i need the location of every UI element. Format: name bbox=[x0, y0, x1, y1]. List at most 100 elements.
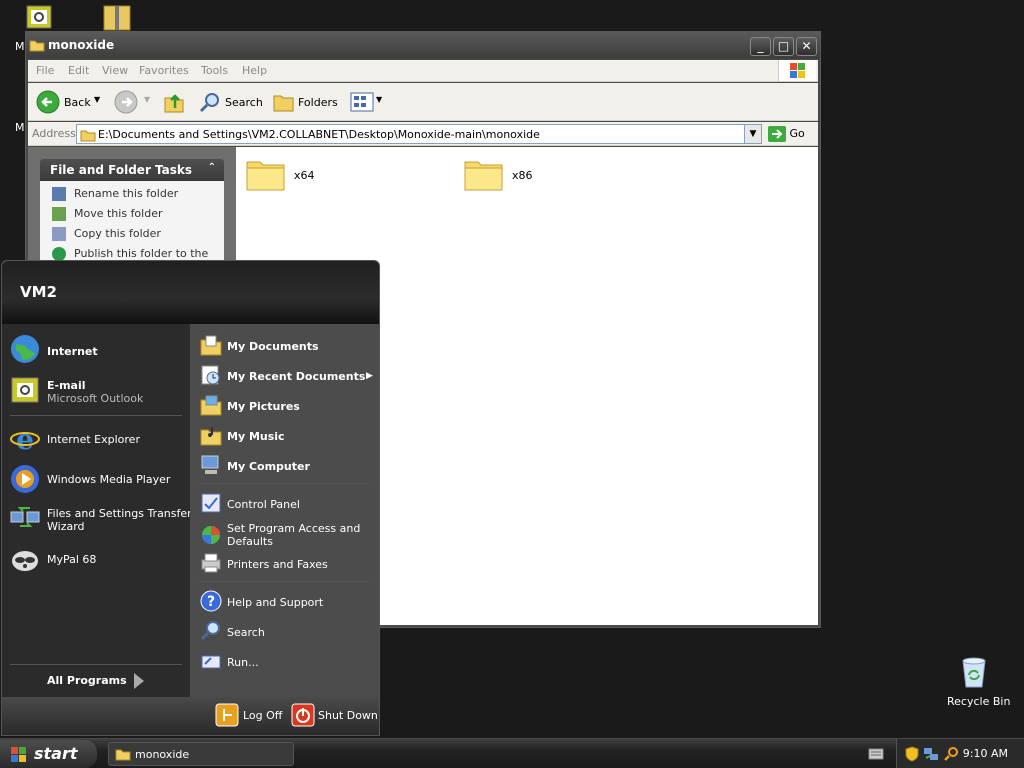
menu-edit[interactable]: Edit bbox=[68, 64, 89, 77]
up-folder-icon[interactable] bbox=[162, 90, 186, 114]
desktop-icon-label: M bbox=[15, 121, 25, 134]
address-dropdown-icon[interactable]: ▼ bbox=[744, 124, 762, 144]
menu-favorites[interactable]: Favorites bbox=[139, 64, 189, 77]
start-files-settings-wizard-line2: Wizard bbox=[47, 520, 85, 533]
my-music-icon bbox=[200, 427, 222, 446]
start-mypal[interactable]: MyPal 68 bbox=[47, 553, 96, 566]
forward-dropdown-icon[interactable]: ▼ bbox=[144, 95, 150, 104]
task-pane-header[interactable]: File and Folder Tasks ⌃ bbox=[40, 159, 224, 181]
folder-x64-label[interactable]: x64 bbox=[294, 169, 315, 182]
security-shield-icon[interactable] bbox=[905, 746, 919, 762]
folder-icon bbox=[80, 130, 96, 142]
start-my-computer[interactable]: My Computer bbox=[227, 460, 310, 473]
maximize-button[interactable]: □ bbox=[773, 37, 794, 56]
task-label: Rename this folder bbox=[74, 187, 179, 200]
views-icon[interactable] bbox=[350, 92, 374, 112]
clock[interactable]: 9:10 AM bbox=[963, 747, 1008, 760]
publish-icon bbox=[52, 247, 66, 261]
go-button[interactable]: Go bbox=[768, 126, 805, 142]
user-name: VM2 bbox=[20, 283, 57, 301]
address-bar: Address E:\Documents and Settings\VM2.CO… bbox=[28, 122, 818, 146]
start-my-music[interactable]: My Music bbox=[227, 430, 285, 443]
rename-folder-link[interactable]: Rename this folder bbox=[52, 187, 178, 201]
shut-down-button[interactable]: Shut Down bbox=[318, 709, 378, 722]
start-my-pictures[interactable]: My Pictures bbox=[227, 400, 300, 413]
svg-text:e: e bbox=[16, 424, 34, 454]
address-value: E:\Documents and Settings\VM2.COLLABNET\… bbox=[98, 128, 540, 141]
minimize-button[interactable]: _ bbox=[750, 37, 771, 56]
start-internet[interactable]: Internet bbox=[47, 345, 98, 358]
run-icon bbox=[201, 655, 221, 669]
start-search[interactable]: Search bbox=[227, 626, 265, 639]
back-arrow-icon[interactable] bbox=[36, 90, 60, 114]
separator bbox=[10, 415, 182, 416]
start-my-documents[interactable]: My Documents bbox=[227, 340, 319, 353]
internet-explorer-icon: e bbox=[10, 424, 40, 454]
close-button[interactable]: ✕ bbox=[796, 37, 817, 56]
publish-folder-link[interactable]: Publish this folder to the bbox=[52, 247, 208, 261]
copy-folder-link[interactable]: Copy this folder bbox=[52, 227, 161, 241]
folder-x86-icon[interactable] bbox=[464, 157, 504, 191]
outlook-icon bbox=[11, 377, 39, 403]
start-menu: VM2 Internet E-mail Microsoft Outlook e … bbox=[1, 260, 380, 736]
start-email[interactable]: E-mail bbox=[47, 379, 86, 392]
outlook-desktop-icon[interactable] bbox=[25, 2, 59, 32]
folders-button[interactable]: Folders bbox=[298, 96, 338, 109]
transfer-wizard-icon bbox=[10, 507, 40, 527]
start-run[interactable]: Run... bbox=[227, 656, 259, 669]
search-button[interactable]: Search bbox=[225, 96, 263, 109]
log-off-button[interactable]: Log Off bbox=[243, 709, 282, 722]
svg-text:?: ? bbox=[207, 594, 215, 610]
taskbar-button-monoxide[interactable]: monoxide bbox=[108, 742, 294, 766]
search-tray-icon[interactable] bbox=[943, 746, 959, 762]
copy-icon bbox=[52, 227, 66, 241]
start-windows-media-player[interactable]: Windows Media Player bbox=[47, 473, 170, 486]
toolbar: Back ▼ ▼ Search Folders ▼ bbox=[28, 83, 818, 121]
all-programs-arrow-icon[interactable] bbox=[132, 672, 146, 690]
my-pictures-icon bbox=[200, 395, 222, 416]
start-button[interactable]: start bbox=[0, 740, 97, 768]
start-internet-explorer[interactable]: Internet Explorer bbox=[47, 433, 140, 446]
back-button[interactable]: Back bbox=[64, 96, 91, 109]
submenu-arrow-icon: ▶ bbox=[366, 371, 373, 381]
start-set-program-access[interactable]: Set Program Access and bbox=[227, 522, 360, 535]
folders-icon[interactable] bbox=[272, 91, 296, 113]
start-menu-footer: Log Off Shut Down bbox=[2, 697, 379, 735]
task-pane-body: Rename this folder Move this folder Copy… bbox=[40, 181, 224, 261]
folder-x86-label[interactable]: x86 bbox=[512, 169, 533, 182]
go-label: Go bbox=[789, 127, 805, 140]
back-dropdown-icon[interactable]: ▼ bbox=[94, 95, 100, 104]
start-control-panel[interactable]: Control Panel bbox=[227, 498, 300, 511]
recycle-bin-label[interactable]: Recycle Bin bbox=[947, 695, 1010, 708]
menu-tools[interactable]: Tools bbox=[201, 64, 228, 77]
menu-file[interactable]: File bbox=[36, 64, 54, 77]
log-off-icon[interactable] bbox=[215, 703, 239, 727]
search-icon[interactable] bbox=[199, 91, 221, 113]
start-files-settings-wizard[interactable]: Files and Settings Transfer bbox=[47, 507, 192, 520]
recycle-bin-icon[interactable] bbox=[957, 655, 991, 689]
forward-arrow-icon[interactable] bbox=[114, 90, 138, 114]
folder-x64-icon[interactable] bbox=[246, 157, 286, 191]
shut-down-icon[interactable] bbox=[291, 703, 315, 727]
title-bar[interactable]: monoxide _ □ ✕ bbox=[26, 32, 820, 59]
views-dropdown-icon[interactable]: ▼ bbox=[376, 95, 382, 104]
windows-flag-icon bbox=[11, 747, 26, 762]
move-folder-link[interactable]: Move this folder bbox=[52, 207, 163, 221]
separator bbox=[198, 581, 370, 582]
address-input[interactable]: E:\Documents and Settings\VM2.COLLABNET\… bbox=[76, 124, 762, 144]
program-access-icon bbox=[202, 526, 220, 544]
network-icon[interactable] bbox=[923, 746, 939, 762]
search-icon bbox=[200, 621, 220, 641]
rename-icon bbox=[52, 187, 66, 201]
desktop-icon-label: M bbox=[15, 40, 25, 53]
all-programs-button[interactable]: All Programs bbox=[47, 674, 127, 687]
window-title: monoxide bbox=[48, 38, 115, 52]
collapse-chevron-icon[interactable]: ⌃ bbox=[208, 162, 216, 173]
start-printers-faxes[interactable]: Printers and Faxes bbox=[227, 558, 328, 571]
zip-folder-desktop-icon[interactable] bbox=[100, 2, 134, 32]
menu-help[interactable]: Help bbox=[242, 64, 267, 77]
menu-view[interactable]: View bbox=[102, 64, 128, 77]
start-my-recent-documents[interactable]: My Recent Documents bbox=[227, 370, 365, 383]
keyboard-icon[interactable] bbox=[868, 748, 884, 760]
start-help-support[interactable]: Help and Support bbox=[227, 596, 323, 609]
